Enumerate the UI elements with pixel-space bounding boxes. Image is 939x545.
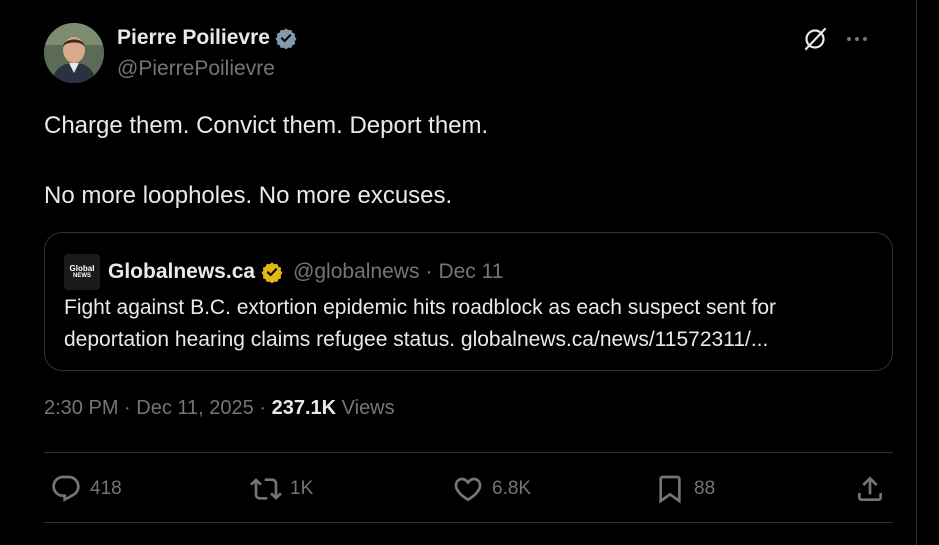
meta-separator-1: · — [124, 397, 131, 419]
meta-separator-2: · — [259, 397, 267, 419]
quoted-author-handle[interactable]: @globalnews — [293, 260, 419, 284]
gold-verified-badge-icon — [261, 261, 283, 283]
reply-button[interactable]: 418 — [50, 470, 122, 508]
heart-icon — [452, 473, 484, 505]
bookmark-button[interactable]: 88 — [654, 470, 715, 508]
repost-button[interactable]: 1K — [250, 470, 313, 508]
quoted-tweet-text: Fight against B.C. extortion epidemic hi… — [64, 296, 777, 351]
author-name[interactable]: Pierre Poilievre — [117, 26, 270, 50]
like-count: 6.8K — [492, 478, 532, 499]
share-button[interactable] — [854, 470, 886, 508]
tweet-actions: 418 1K 6.8K 88 — [50, 470, 890, 508]
author-avatar[interactable] — [44, 23, 104, 83]
divider-top — [44, 452, 893, 453]
views-count: 237.1K — [271, 397, 337, 419]
quoted-author-name[interactable]: Globalnews.ca — [108, 260, 255, 284]
author-handle[interactable]: @PierrePoilievre — [117, 57, 275, 81]
repost-count: 1K — [290, 478, 314, 499]
verified-badge-icon — [275, 27, 297, 49]
like-button[interactable]: 6.8K — [452, 470, 531, 508]
share-icon — [854, 473, 886, 505]
quoted-tweet-header: Global NEWS Globalnews.ca @globalnews · … — [64, 254, 503, 290]
tweet-line-1: Charge them. Convict them. Deport them. — [44, 112, 489, 139]
tweet-date[interactable]: Dec 11, 2025 — [136, 397, 254, 419]
tweet-time[interactable]: 2:30 PM — [44, 397, 118, 419]
grok-icon[interactable] — [802, 26, 828, 52]
tweet-header-actions — [802, 26, 868, 52]
tweet-meta: 2:30 PM · Dec 11, 2025 · 237.1K Views — [44, 397, 395, 420]
more-icon[interactable] — [846, 35, 868, 43]
tweet-line-2: No more loopholes. No more excuses. — [44, 182, 453, 209]
globalnews-logo: Global NEWS — [64, 254, 100, 290]
reply-count: 418 — [90, 478, 122, 499]
logo-text-bottom: NEWS — [73, 272, 91, 279]
quoted-date[interactable]: Dec 11 — [438, 260, 503, 284]
bookmark-count: 88 — [694, 478, 716, 499]
author-name-row: Pierre Poilievre — [117, 26, 297, 50]
bookmark-icon — [654, 473, 686, 505]
logo-text-top: Global — [69, 263, 95, 273]
reply-icon — [50, 473, 82, 505]
tweet-text: Charge them. Convict them. Deport them. … — [44, 108, 488, 213]
quoted-tweet[interactable]: Global NEWS Globalnews.ca @globalnews · … — [44, 232, 893, 371]
repost-icon — [250, 473, 282, 505]
tweet-container: Pierre Poilievre @PierrePoilievre Charge… — [0, 0, 917, 545]
quoted-separator: · — [425, 260, 433, 283]
divider-bottom — [44, 522, 893, 523]
views-label: Views — [341, 397, 395, 419]
